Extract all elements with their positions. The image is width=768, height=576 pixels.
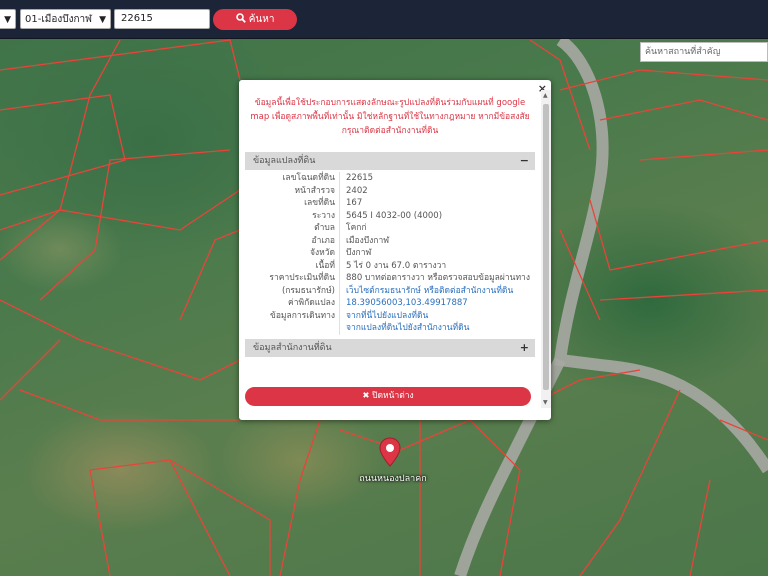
row-value: 2402 — [346, 185, 368, 196]
section-parcel-header[interactable]: ข้อมูลแปลงที่ดิน − — [245, 152, 535, 170]
row-label: เนื้อที่ — [245, 259, 340, 272]
scroll-down-icon[interactable]: ▼ — [543, 399, 548, 406]
popup-content: ข้อมูลนี้เพื่อใช้ประกอบการแสดงลักษณะรูปแ… — [239, 90, 541, 408]
search-button-label: ค้นหา — [248, 14, 275, 25]
table-row: อำเภอ เมืองบึงกาฬ — [245, 234, 535, 247]
disclaimer-text: ข้อมูลนี้เพื่อใช้ประกอบการแสดงลักษณะรูปแ… — [250, 98, 530, 136]
treasury-website-link[interactable]: เว็บไซต์กรมธนารักษ์ หรือติดต่อสำนักงานที… — [346, 285, 535, 298]
chevron-down-icon: ▼ — [99, 15, 106, 25]
marker-label: ถนนหนองปลาคก — [359, 474, 427, 484]
travel-value: จากที่นี่ไปยังแปลงที่ดิน จากแปลงที่ดินไป… — [340, 310, 536, 335]
parcel-number-input[interactable]: 22615 — [114, 9, 210, 29]
row-value: บึงกาฬ — [346, 248, 372, 258]
row-label: ระวาง — [245, 209, 340, 222]
coords-value: 18.39056003,103.49917887 — [340, 297, 536, 310]
table-row: ค่าพิกัดแปลง 18.39056003,103.49917887 — [245, 297, 535, 310]
price-label-line2: (กรมธนารักษ์) — [281, 285, 335, 296]
price-label: ราคาประเมินที่ดิน (กรมธนารักษ์) — [245, 272, 340, 297]
price-value: 880 บาทต่อตารางวา หรือตรวจสอบข้อมูลผ่านท… — [340, 272, 536, 297]
parcel-info-table: เลขโฉนดที่ดิน 22615 หน้าสำรวจ 2402 เลขที่ด… — [245, 172, 535, 335]
close-window-button[interactable]: ✖ ปิดหน้าต่าง — [245, 387, 531, 406]
search-button[interactable]: ค้นหา — [213, 9, 297, 30]
scroll-up-icon[interactable]: ▲ — [543, 92, 548, 99]
table-row: ระวาง 5645 I 4032-00 (4000) — [245, 209, 535, 222]
district-select[interactable]: 01-เมืองบึงกาฬ ▼ — [20, 9, 111, 29]
scrollbar-thumb[interactable] — [543, 104, 549, 390]
price-label-line1: ราคาประเมินที่ดิน — [269, 273, 335, 283]
collapse-icon[interactable]: − — [520, 152, 529, 170]
row-label: จังหวัด — [245, 247, 340, 260]
section-office-title: ข้อมูลสำนักงานที่ดิน — [253, 342, 332, 353]
row-label: อำเภอ — [245, 234, 340, 247]
table-row: ตำบล โคกก่ — [245, 222, 535, 235]
expand-icon[interactable]: + — [520, 339, 529, 357]
section-office-header[interactable]: ข้อมูลสำนักงานที่ดิน + — [245, 338, 535, 357]
province-select[interactable]: ▼ — [0, 9, 16, 29]
travel-label: ข้อมูลการเดินทาง — [245, 309, 340, 335]
row-value: 5645 I 4032-00 (4000) — [346, 210, 443, 221]
coords-link[interactable]: 18.39056003,103.49917887 — [346, 298, 468, 308]
directions-to-parcel-link[interactable]: จากที่นี่ไปยังแปลงที่ดิน — [346, 310, 535, 323]
row-value: เมืองบึงกาฬ — [346, 235, 390, 246]
row-label: เลขโฉนดที่ดิน — [245, 172, 340, 185]
table-row: หน้าสำรวจ 2402 — [245, 184, 535, 197]
table-row: เลขที่ดิน 167 — [245, 197, 535, 210]
table-row: เลขโฉนดที่ดิน 22615 — [245, 172, 535, 185]
row-label: หน้าสำรวจ — [245, 184, 340, 197]
row-value: 167 — [346, 198, 363, 208]
popup-scrollbar[interactable]: ▲ ▼ — [541, 90, 551, 408]
parcel-info-popup: × ข้อมูลนี้เพื่อใช้ประกอบการแสดงลักษณะรู… — [239, 80, 551, 420]
search-icon — [235, 13, 246, 23]
row-label: เลขที่ดิน — [245, 197, 340, 210]
place-search-input[interactable]: ค้นหาสถานที่สำคัญ — [640, 42, 768, 62]
row-value: โคกก่ — [346, 223, 367, 233]
row-label: ตำบล — [245, 222, 340, 235]
table-row: เนื้อที่ 5 ไร่ 0 งาน 67.0 ตารางวา — [245, 259, 535, 272]
row-value: 22615 — [346, 173, 374, 183]
top-toolbar: ▼ 01-เมืองบึงกาฬ ▼ 22615 ค้นหา — [0, 0, 768, 39]
district-select-value: 01-เมืองบึงกาฬ — [25, 14, 92, 25]
table-row: ราคาประเมินที่ดิน (กรมธนารักษ์) 880 บาทต… — [245, 272, 535, 297]
section-parcel-title: ข้อมูลแปลงที่ดิน — [253, 156, 316, 166]
table-row: ข้อมูลการเดินทาง จากที่นี่ไปยังแปลงที่ดิ… — [245, 309, 536, 335]
row-value: 5 ไร่ 0 งาน 67.0 ตารางวา — [346, 260, 447, 271]
coords-label: ค่าพิกัดแปลง — [245, 297, 340, 310]
directions-to-office-link[interactable]: จากแปลงที่ดินไปยังสำนักงานที่ดิน — [346, 322, 535, 335]
chevron-down-icon: ▼ — [4, 15, 11, 25]
map-pin-icon[interactable] — [379, 437, 401, 467]
table-row: จังหวัด บึงกาฬ — [245, 247, 535, 260]
price-value-line1: 880 บาทต่อตารางวา หรือตรวจสอบข้อมูลผ่านท… — [346, 273, 530, 283]
